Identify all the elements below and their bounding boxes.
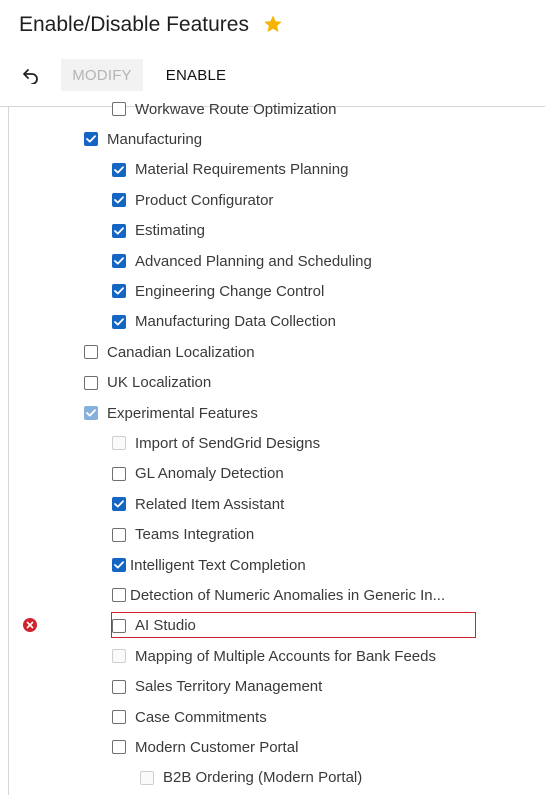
feature-row[interactable]: Experimental Features — [84, 401, 258, 425]
feature-row[interactable]: Product Configurator — [112, 188, 273, 212]
feature-checkbox[interactable] — [84, 375, 98, 390]
feature-checkbox[interactable] — [84, 132, 98, 147]
feature-label: Advanced Planning and Scheduling — [135, 252, 372, 270]
feature-checkbox[interactable] — [112, 162, 126, 177]
feature-checkbox — [84, 406, 98, 420]
feature-label: Case Commitments — [135, 708, 267, 726]
feature-row[interactable]: B2B Ordering (Modern Portal) — [140, 766, 362, 790]
feature-label: Intelligent Text Completion — [130, 556, 306, 574]
star-icon[interactable] — [263, 14, 283, 34]
page-title: Enable/Disable Features — [19, 13, 249, 36]
feature-checkbox — [112, 649, 126, 664]
feature-checkbox[interactable] — [112, 527, 126, 542]
feature-label: Import of SendGrid Designs — [135, 434, 321, 452]
feature-label: Engineering Change Control — [135, 282, 325, 300]
feature-checkbox[interactable] — [112, 466, 126, 481]
toolbar: MODIFY ENABLE — [0, 56, 545, 94]
feature-label: Workwave Route Optimization — [135, 100, 337, 118]
feature-checkbox[interactable] — [112, 223, 126, 238]
feature-label: Product Configurator — [135, 191, 274, 209]
feature-checkbox[interactable] — [112, 102, 126, 116]
feature-row[interactable]: Related Item Assistant — [112, 492, 284, 516]
enable-button[interactable]: ENABLE — [156, 59, 236, 91]
feature-checkbox[interactable] — [112, 193, 126, 208]
error-icon — [23, 618, 37, 632]
feature-row[interactable]: Modern Customer Portal — [112, 735, 298, 759]
feature-row[interactable]: Sales Territory Management — [112, 675, 322, 699]
feature-row[interactable]: Manufacturing Data Collection — [112, 310, 336, 334]
feature-checkbox[interactable] — [112, 679, 126, 694]
feature-label: UK Localization — [107, 374, 212, 392]
feature-checkbox — [112, 436, 126, 451]
feature-row[interactable]: Case Commitments — [112, 705, 267, 729]
feature-label: Mapping of Multiple Accounts for Bank Fe… — [135, 647, 436, 665]
feature-row[interactable]: Teams Integration — [112, 523, 254, 547]
feature-label: Sales Territory Management — [135, 678, 323, 696]
feature-row[interactable]: Advanced Planning and Scheduling — [112, 249, 372, 273]
feature-checkbox[interactable] — [112, 254, 126, 268]
feature-label: GL Anomaly Detection — [135, 465, 284, 483]
feature-label: Teams Integration — [135, 526, 255, 544]
feature-label: Material Requirements Planning — [135, 161, 349, 179]
feature-checkbox[interactable] — [112, 710, 126, 724]
feature-row[interactable]: Import of SendGrid Designs — [112, 431, 320, 455]
feature-label: Estimating — [135, 222, 206, 240]
feature-checkbox[interactable] — [84, 345, 98, 360]
undo-icon — [23, 69, 38, 84]
feature-label: Experimental Features — [107, 404, 258, 422]
modify-button[interactable]: MODIFY — [61, 59, 143, 91]
feature-checkbox[interactable] — [112, 314, 126, 329]
feature-row[interactable]: Manufacturing — [84, 127, 202, 151]
feature-checkbox[interactable] — [112, 740, 126, 755]
feature-checkbox[interactable] — [112, 588, 126, 603]
feature-row[interactable]: Detection of Numeric Anomalies in Generi… — [112, 583, 445, 607]
page-header: Enable/Disable Features — [0, 0, 545, 52]
feature-label: Manufacturing Data Collection — [135, 313, 336, 331]
feature-label: Canadian Localization — [107, 343, 255, 361]
feature-row[interactable]: Estimating — [112, 219, 205, 243]
feature-checkbox[interactable] — [112, 558, 126, 572]
feature-row[interactable]: Canadian Localization — [84, 340, 255, 364]
feature-checkbox[interactable] — [112, 497, 126, 512]
feature-label: Detection of Numeric Anomalies in Generi… — [130, 586, 446, 604]
feature-label: Modern Customer Portal — [135, 738, 299, 756]
feature-row[interactable]: Intelligent Text Completion — [112, 553, 306, 577]
feature-row[interactable]: UK Localization — [84, 371, 211, 395]
ai-studio-error-outline — [111, 612, 476, 638]
undo-button[interactable] — [16, 61, 46, 91]
feature-row[interactable]: Workwave Route Optimization — [112, 97, 336, 121]
feature-label: B2B Ordering (Modern Portal) — [163, 769, 363, 787]
feature-label: Manufacturing — [107, 130, 203, 148]
feature-row[interactable]: GL Anomaly Detection — [112, 462, 284, 486]
feature-checkbox[interactable] — [112, 284, 126, 299]
feature-row[interactable]: Engineering Change Control — [112, 279, 324, 303]
feature-checkbox — [140, 770, 154, 785]
feature-row[interactable]: Mapping of Multiple Accounts for Bank Fe… — [112, 644, 436, 668]
feature-row[interactable]: Material Requirements Planning — [112, 158, 348, 182]
feature-label: Related Item Assistant — [135, 495, 285, 513]
